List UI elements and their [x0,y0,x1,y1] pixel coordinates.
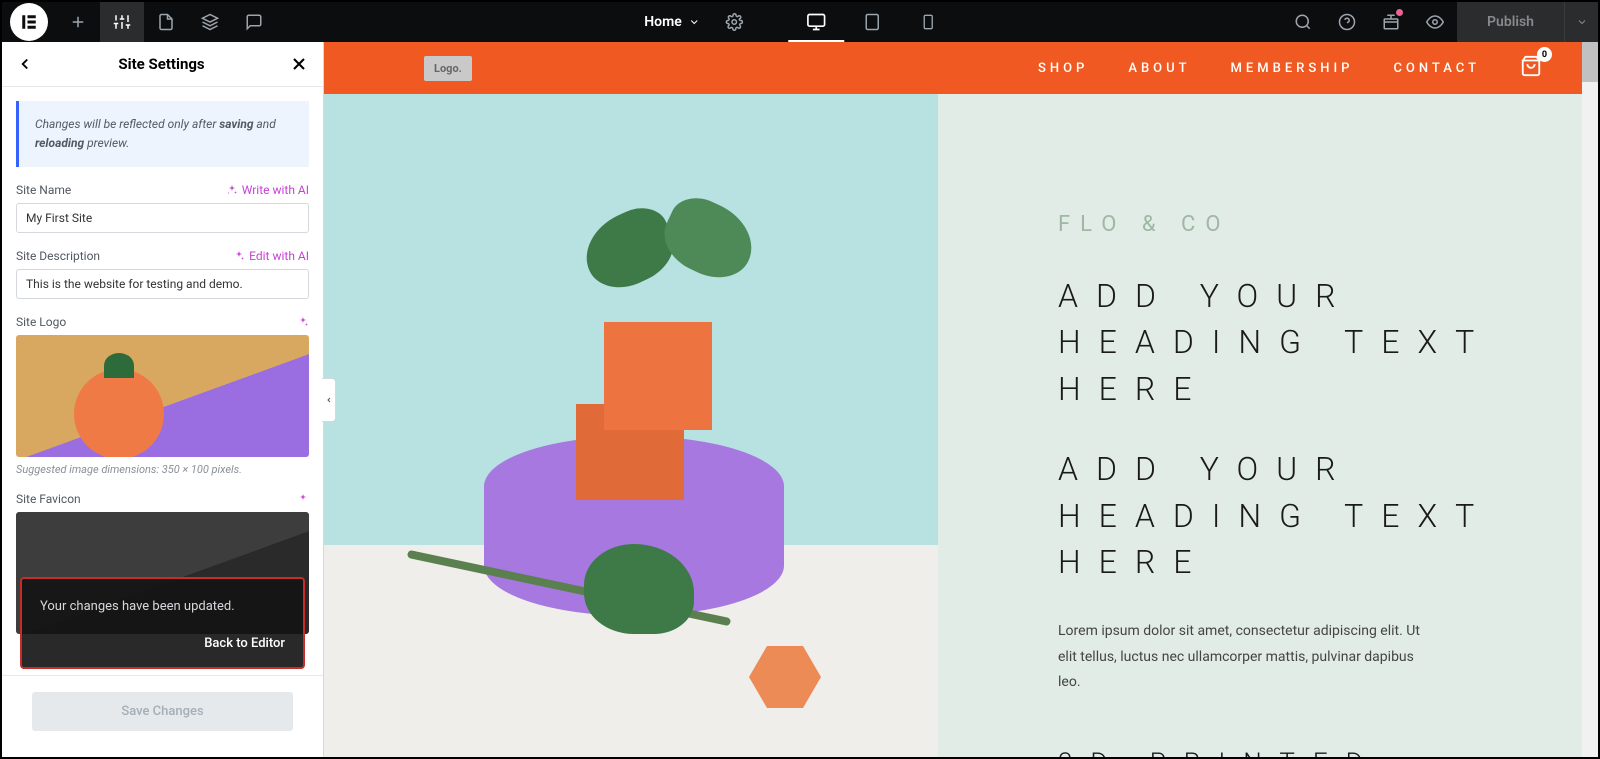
topbar-left [2,2,276,42]
topbar-center: Home [644,2,956,42]
ai-logo-link[interactable] [297,316,309,328]
site-header: Logo. SHOP ABOUT MEMBERSHIP CONTACT 0 [324,42,1582,94]
logo-hint: Suggested image dimensions: 350 × 100 pi… [16,463,309,476]
sparkle-icon [297,316,309,328]
toast-message: Your changes have been updated. [40,599,285,614]
nav-membership[interactable]: MEMBERSHIP [1231,61,1354,76]
site-logo-preview[interactable] [16,335,309,457]
preview-canvas: Logo. SHOP ABOUT MEMBERSHIP CONTACT 0 [324,42,1598,757]
back-button[interactable] [16,55,34,73]
save-changes-button[interactable]: Save Changes [32,692,293,731]
preview-scrollbar[interactable] [1582,42,1598,757]
brand-eyebrow: FLO & CO [1058,212,1522,237]
chevron-down-icon [688,16,700,28]
publish-options-dropdown[interactable] [1564,2,1598,42]
site-favicon-label: Site Favicon [16,492,81,506]
whats-new-button[interactable] [1369,2,1413,42]
device-tablet[interactable] [844,2,900,42]
decor-plant [564,174,764,354]
topbar: Home [2,2,1598,42]
site-desc-input[interactable] [16,269,309,299]
site-name-input[interactable] [16,203,309,233]
nav-contact[interactable]: CONTACT [1393,61,1480,76]
site-desc-label: Site Description [16,249,100,263]
scrollbar-thumb[interactable] [1582,42,1598,82]
publish-button[interactable]: Publish [1457,2,1564,42]
panel-footer: Save Changes [2,675,323,757]
site-settings-panel: Site Settings Changes will be reflected … [2,42,324,757]
hero-paragraph[interactable]: Lorem ipsum dolor sit amet, consectetur … [1058,619,1438,695]
site-settings-button[interactable] [100,2,144,42]
cart-button[interactable]: 0 [1520,55,1542,81]
decor-stem [404,524,824,664]
panel-header: Site Settings [2,42,323,87]
hero-content: FLO & CO ADD YOUR HEADING TEXT HERE ADD … [938,94,1582,757]
add-element-button[interactable] [56,2,100,42]
document-name: Home [644,14,682,30]
topbar-right: Publish [1281,2,1598,42]
toast-notification: Your changes have been updated. Back to … [20,577,305,669]
main: Site Settings Changes will be reflected … [2,42,1598,757]
notice-box: Changes will be reflected only after sav… [16,101,309,167]
nav-shop[interactable]: SHOP [1038,61,1088,76]
preview-button[interactable] [1413,2,1457,42]
hero-subheading[interactable]: 3D PRINTED VASES [1058,745,1522,757]
page-settings-button[interactable] [144,2,188,42]
sparkle-icon [226,184,238,196]
site-logo-placeholder[interactable]: Logo. [424,56,472,81]
edit-with-ai-link[interactable]: Edit with AI [233,249,309,263]
structure-button[interactable] [188,2,232,42]
site-name-row: Site Name Write with AI [16,183,309,197]
notes-button[interactable] [232,2,276,42]
document-name-dropdown[interactable]: Home [644,14,700,30]
site-favicon-row: Site Favicon [16,492,309,506]
app-root: Home [0,0,1600,759]
close-button[interactable] [289,54,309,74]
panel-title: Site Settings [118,55,204,73]
site-nav: SHOP ABOUT MEMBERSHIP CONTACT 0 [1038,55,1542,81]
finder-button[interactable] [1281,2,1325,42]
publish-group: Publish [1457,2,1598,42]
help-button[interactable] [1325,2,1369,42]
device-mobile[interactable] [900,2,956,42]
sparkle-icon [297,493,309,505]
site-preview: Logo. SHOP ABOUT MEMBERSHIP CONTACT 0 [324,42,1582,757]
sparkle-icon [233,250,245,262]
site-body: FLO & CO ADD YOUR HEADING TEXT HERE ADD … [324,94,1582,757]
device-desktop[interactable] [788,2,844,42]
document-settings-button[interactable] [712,2,756,42]
site-logo-row: Site Logo [16,315,309,329]
hero-image [324,94,938,757]
heading-2[interactable]: ADD YOUR HEADING TEXT HERE [1058,446,1522,585]
responsive-devices [788,2,956,42]
site-desc-row: Site Description Edit with AI [16,249,309,263]
panel-collapse-handle[interactable] [322,378,336,422]
ai-favicon-link[interactable] [297,493,309,505]
write-with-ai-link[interactable]: Write with AI [226,183,309,197]
notification-dot [1396,9,1403,16]
heading-1[interactable]: ADD YOUR HEADING TEXT HERE [1058,273,1522,412]
cart-count: 0 [1537,47,1552,62]
site-name-label: Site Name [16,183,71,197]
toast-back-to-editor[interactable]: Back to Editor [40,636,285,651]
nav-about[interactable]: ABOUT [1128,61,1190,76]
site-logo-label: Site Logo [16,315,66,329]
elementor-logo[interactable] [10,3,48,41]
